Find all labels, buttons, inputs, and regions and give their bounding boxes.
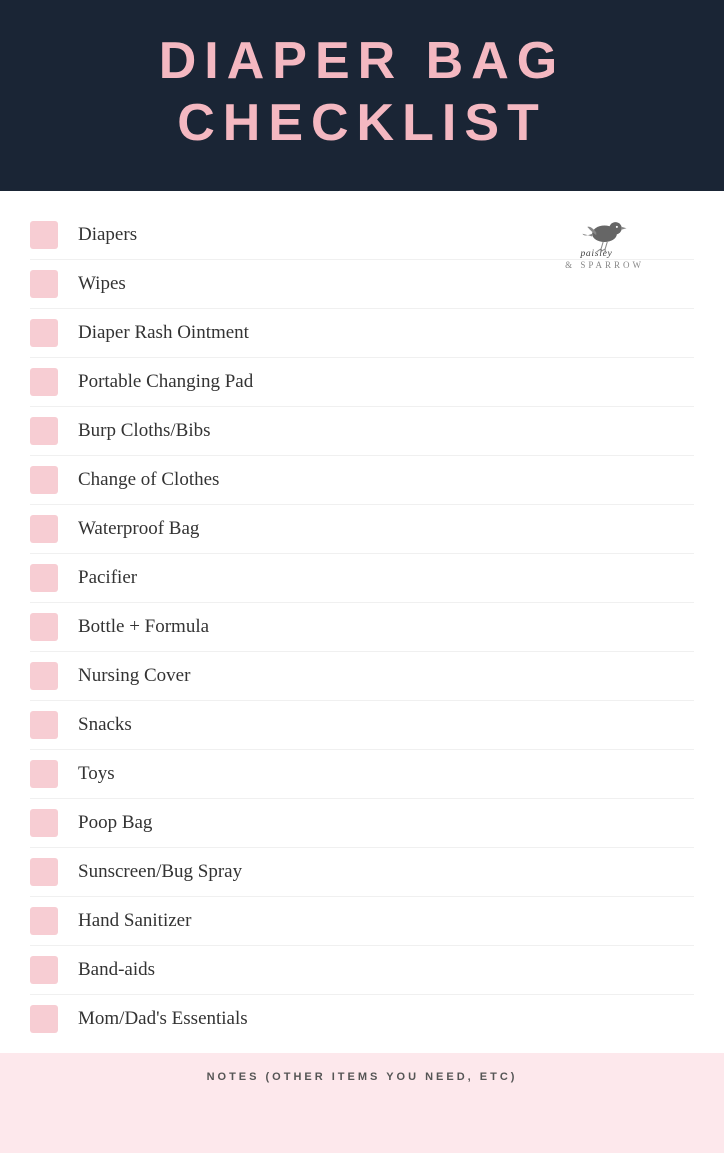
- item-label: Wipes: [78, 273, 126, 295]
- checkbox[interactable]: [30, 270, 58, 298]
- bird-logo-icon: paisley: [577, 213, 632, 258]
- checkbox[interactable]: [30, 319, 58, 347]
- content-area: paisley & SPARROW Diapers Wipes Diaper Ras…: [0, 191, 724, 1053]
- item-label: Sunscreen/Bug Spray: [78, 861, 242, 883]
- item-label: Poop Bag: [78, 812, 152, 834]
- list-item: Sunscreen/Bug Spray: [30, 848, 694, 897]
- checkbox[interactable]: [30, 564, 58, 592]
- list-item: Band-aids: [30, 946, 694, 995]
- checkbox[interactable]: [30, 1005, 58, 1033]
- checkbox[interactable]: [30, 613, 58, 641]
- checkbox[interactable]: [30, 515, 58, 543]
- item-label: Diapers: [78, 224, 137, 246]
- checkbox[interactable]: [30, 760, 58, 788]
- checkbox[interactable]: [30, 711, 58, 739]
- footer: NOTES (OTHER ITEMS YOU NEED, ETC): [0, 1053, 724, 1153]
- list-item: Nursing Cover: [30, 652, 694, 701]
- list-item: Pacifier: [30, 554, 694, 603]
- list-item: Snacks: [30, 701, 694, 750]
- item-label: Nursing Cover: [78, 665, 190, 687]
- item-label: Change of Clothes: [78, 469, 219, 491]
- checkbox[interactable]: [30, 809, 58, 837]
- checkbox[interactable]: [30, 417, 58, 445]
- item-label: Hand Sanitizer: [78, 910, 191, 932]
- list-item: Toys: [30, 750, 694, 799]
- item-label: Pacifier: [78, 567, 137, 589]
- footer-label: NOTES (OTHER ITEMS YOU NEED, ETC): [30, 1071, 694, 1083]
- list-item: Change of Clothes: [30, 456, 694, 505]
- checkbox[interactable]: [30, 221, 58, 249]
- checkbox[interactable]: [30, 858, 58, 886]
- item-label: Toys: [78, 763, 115, 785]
- logo-sub-text: & SPARROW: [565, 260, 644, 270]
- list-item: Hand Sanitizer: [30, 897, 694, 946]
- checkbox[interactable]: [30, 368, 58, 396]
- item-label: Burp Cloths/Bibs: [78, 420, 211, 442]
- checklist: Diapers Wipes Diaper Rash Ointment Portable…: [30, 211, 694, 1043]
- list-item: Burp Cloths/Bibs: [30, 407, 694, 456]
- list-item: Bottle + Formula: [30, 603, 694, 652]
- logo: paisley & SPARROW: [565, 213, 644, 270]
- checkbox[interactable]: [30, 662, 58, 690]
- item-label: Portable Changing Pad: [78, 371, 253, 393]
- item-label: Mom/Dad's Essentials: [78, 1008, 248, 1030]
- item-label: Snacks: [78, 714, 132, 736]
- page-title: DIAPER BAG CHECKLIST: [40, 30, 684, 155]
- checkbox[interactable]: [30, 466, 58, 494]
- item-label: Band-aids: [78, 959, 155, 981]
- item-label: Bottle + Formula: [78, 616, 209, 638]
- header: DIAPER BAG CHECKLIST: [0, 0, 724, 191]
- list-item: Portable Changing Pad: [30, 358, 694, 407]
- list-item: Poop Bag: [30, 799, 694, 848]
- checkbox[interactable]: [30, 907, 58, 935]
- list-item: Mom/Dad's Essentials: [30, 995, 694, 1043]
- list-item: Waterproof Bag: [30, 505, 694, 554]
- list-item: Diaper Rash Ointment: [30, 309, 694, 358]
- item-label: Waterproof Bag: [78, 518, 199, 540]
- item-label: Diaper Rash Ointment: [78, 322, 249, 344]
- checkbox[interactable]: [30, 956, 58, 984]
- svg-text:paisley: paisley: [579, 248, 612, 258]
